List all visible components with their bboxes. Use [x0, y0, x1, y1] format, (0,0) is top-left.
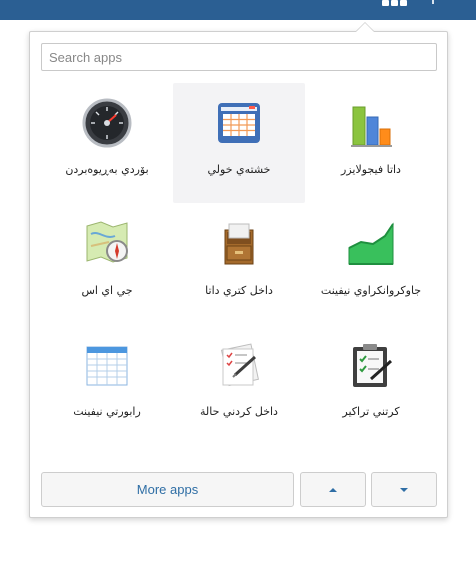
- more-apps-button[interactable]: More apps: [41, 472, 294, 507]
- spreadsheet-icon: [86, 346, 128, 386]
- app-label: جي اي اس: [81, 284, 133, 297]
- bar-chart-icon: [351, 106, 392, 147]
- apps-menu-icon[interactable]: [382, 0, 410, 7]
- popover-arrow-inner: [356, 23, 374, 32]
- dashboard-gauge-icon: [82, 98, 132, 148]
- app-tile-event-tracker[interactable]: جاوكروانكراوي نيفينت: [305, 204, 437, 324]
- app-label: داتا فيجولايزر: [341, 163, 401, 176]
- app-label: جاوكروانكراوي نيفينت: [320, 284, 422, 297]
- app-tile-dashboard[interactable]: بۆردي بەڕيوەبردن: [41, 83, 173, 203]
- scroll-up-button[interactable]: [300, 472, 366, 507]
- area-chart-icon: [348, 222, 394, 265]
- app-label: رابورتي نيفينت: [73, 405, 141, 418]
- checklist-clipboard-icon: [353, 344, 393, 387]
- more-apps-label: More apps: [136, 482, 199, 497]
- app-tile-case-entry[interactable]: داخل كردني حالة: [173, 325, 305, 445]
- navbar-separator: [432, 0, 434, 4]
- form-pen-icon: [220, 343, 259, 387]
- file-cabinet-icon: [224, 223, 254, 265]
- scroll-down-button[interactable]: [371, 472, 437, 507]
- app-label: كرتني تراكير: [342, 405, 400, 418]
- app-tile-gis[interactable]: جي اي اس: [41, 204, 173, 324]
- app-tile-schedule[interactable]: خشتەي خولي: [173, 83, 305, 203]
- app-label: بۆردي بەڕيوەبردن: [65, 163, 149, 176]
- app-label: خشتەي خولي: [207, 163, 271, 176]
- app-tile-data-visualizer[interactable]: داتا فيجولايزر: [305, 83, 437, 203]
- app-tile-event-report[interactable]: رابورتي نيفينت: [41, 325, 173, 445]
- search-input[interactable]: [41, 43, 437, 71]
- apps-popover: بۆردي بەڕيوەبردن خشتەي خولي داتا ف: [29, 31, 448, 518]
- caret-up-icon: [329, 487, 337, 492]
- schedule-table-icon: [218, 103, 260, 143]
- gis-map-compass-icon: [86, 221, 128, 263]
- caret-down-icon: [400, 487, 408, 492]
- app-label: داخل كتري داتا: [205, 284, 273, 297]
- app-label: داخل كردني حالة: [200, 405, 278, 418]
- app-tile-data-entry[interactable]: داخل كتري داتا: [173, 204, 305, 324]
- app-tile-tracker[interactable]: كرتني تراكير: [305, 325, 437, 445]
